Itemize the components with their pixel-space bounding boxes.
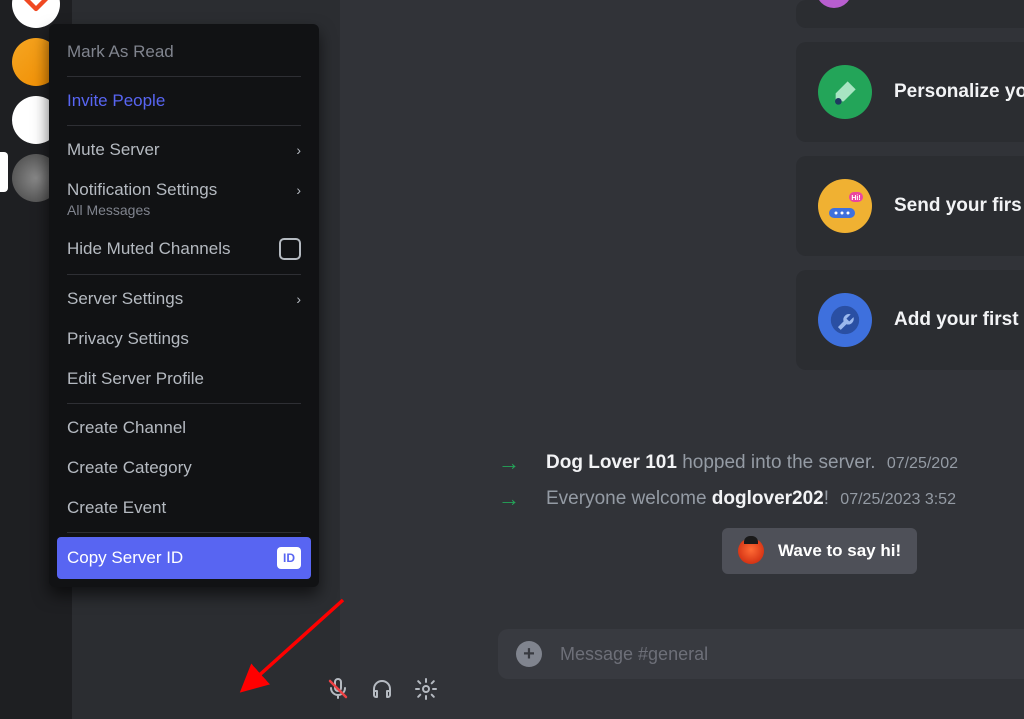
menu-label: Invite People xyxy=(67,91,165,111)
menu-edit-server-profile[interactable]: Edit Server Profile xyxy=(57,359,311,399)
chevron-right-icon: › xyxy=(296,291,301,307)
system-message: → Dog Lover 101 hopped into the server. … xyxy=(498,450,1024,476)
message-input-bar[interactable]: + Message #general xyxy=(498,629,1024,679)
message-input-placeholder: Message #general xyxy=(560,644,708,665)
main-content: Personalize yo Hi! Send your firs Add yo… xyxy=(340,0,1024,719)
mic-muted-icon[interactable] xyxy=(324,675,352,703)
onboarding-card-top[interactable] xyxy=(796,0,1024,28)
headphones-icon[interactable] xyxy=(368,675,396,703)
onboarding-cards: Personalize yo Hi! Send your firs Add yo… xyxy=(796,0,1024,370)
chat-bubble-icon: Hi! xyxy=(818,179,872,233)
menu-label: Server Settings xyxy=(67,289,183,309)
settings-gear-icon[interactable] xyxy=(412,675,440,703)
card-label: Personalize yo xyxy=(894,81,1024,103)
menu-label: Privacy Settings xyxy=(67,329,189,349)
attach-plus-icon[interactable]: + xyxy=(516,641,542,667)
wave-emoji-icon xyxy=(738,538,764,564)
user-controls xyxy=(88,675,440,703)
server-selection-pill xyxy=(0,152,8,192)
menu-hide-muted[interactable]: Hide Muted Channels xyxy=(57,228,311,270)
join-arrow-icon: → xyxy=(498,486,520,512)
menu-label: Create Category xyxy=(67,458,192,478)
menu-notification-settings[interactable]: Notification Settings › All Messages xyxy=(57,170,311,228)
brush-icon xyxy=(818,65,872,119)
menu-separator xyxy=(67,403,301,404)
menu-label: Notification Settings xyxy=(67,180,217,200)
username[interactable]: doglover202 xyxy=(712,488,824,509)
menu-label: Mute Server xyxy=(67,140,160,160)
onboarding-card-personalize[interactable]: Personalize yo xyxy=(796,42,1024,142)
join-arrow-icon: → xyxy=(498,450,520,476)
onboarding-card-send-first[interactable]: Hi! Send your firs xyxy=(796,156,1024,256)
message-body: Everyone welcome xyxy=(546,488,712,509)
menu-separator xyxy=(67,274,301,275)
menu-mark-as-read[interactable]: Mark As Read xyxy=(57,32,311,72)
id-badge-icon: ID xyxy=(277,547,301,569)
menu-create-category[interactable]: Create Category xyxy=(57,448,311,488)
menu-label: Create Channel xyxy=(67,418,186,438)
checkbox-icon[interactable] xyxy=(279,238,301,260)
menu-sublabel: All Messages xyxy=(67,202,150,218)
message-text: Everyone welcome doglover202! 07/25/2023… xyxy=(546,488,956,510)
username[interactable]: Dog Lover 101 xyxy=(546,452,677,473)
menu-invite-people[interactable]: Invite People xyxy=(57,81,311,121)
system-message: → Everyone welcome doglover202! 07/25/20… xyxy=(498,486,1024,512)
message-body: hopped into the server. xyxy=(677,452,876,473)
menu-label: Hide Muted Channels xyxy=(67,239,230,259)
chevron-right-icon: › xyxy=(296,142,301,158)
card-label: Send your firs xyxy=(894,195,1022,217)
menu-privacy-settings[interactable]: Privacy Settings xyxy=(57,319,311,359)
message-list: → Dog Lover 101 hopped into the server. … xyxy=(498,450,1024,574)
menu-server-settings[interactable]: Server Settings › xyxy=(57,279,311,319)
menu-label: Create Event xyxy=(67,498,166,518)
server-context-menu: Mark As Read Invite People Mute Server ›… xyxy=(49,24,319,587)
message-text: Dog Lover 101 hopped into the server. 07… xyxy=(546,452,958,474)
chevron-right-icon: › xyxy=(296,182,301,198)
onboarding-card-add-first[interactable]: Add your first xyxy=(796,270,1024,370)
wrench-icon xyxy=(818,293,872,347)
menu-separator xyxy=(67,532,301,533)
card-label: Add your first xyxy=(894,309,1019,331)
menu-create-event[interactable]: Create Event xyxy=(57,488,311,528)
menu-label: Copy Server ID xyxy=(67,548,183,568)
menu-separator xyxy=(67,76,301,77)
menu-label: Mark As Read xyxy=(67,42,174,62)
menu-label: Edit Server Profile xyxy=(67,369,204,389)
message-body: ! xyxy=(824,488,829,509)
menu-create-channel[interactable]: Create Channel xyxy=(57,408,311,448)
purple-blob-icon xyxy=(816,0,852,8)
menu-copy-server-id[interactable]: Copy Server ID ID xyxy=(57,537,311,579)
timestamp: 07/25/2023 3:52 xyxy=(840,491,956,508)
menu-mute-server[interactable]: Mute Server › xyxy=(57,130,311,170)
wave-button[interactable]: Wave to say hi! xyxy=(722,528,917,574)
menu-separator xyxy=(67,125,301,126)
wave-label: Wave to say hi! xyxy=(778,541,901,561)
timestamp: 07/25/202 xyxy=(887,455,958,472)
svg-text:Hi!: Hi! xyxy=(851,195,860,202)
